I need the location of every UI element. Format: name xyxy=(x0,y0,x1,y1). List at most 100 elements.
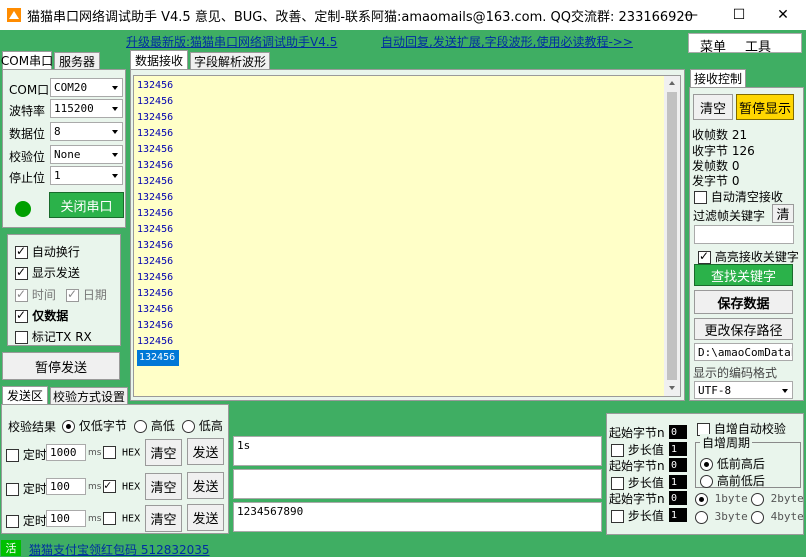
hex-checkbox[interactable]: HEX xyxy=(103,512,140,525)
send-input-1[interactable]: 1s xyxy=(233,436,602,466)
recv-line: 132456 xyxy=(137,256,174,267)
tutorial-link[interactable]: 自动回复,发送扩展,字段波形,使用必读教程->> xyxy=(381,33,633,50)
hex-checkbox[interactable]: HEX xyxy=(103,446,140,459)
filter-keyword-input[interactable] xyxy=(694,225,794,244)
show-send-checkbox[interactable]: 显示发送 xyxy=(15,264,80,281)
close-port-button[interactable]: 关闭串口 xyxy=(49,192,124,218)
tab-checksum-settings[interactable]: 校验方式设置 xyxy=(50,387,128,404)
tab-send-area[interactable]: 发送区 xyxy=(2,386,48,404)
stopbits-select[interactable]: 1 xyxy=(50,166,123,185)
tab-recv-ctrl[interactable]: 接收控制 xyxy=(690,69,746,87)
low-first-radio[interactable]: 低前高后 xyxy=(700,455,765,472)
tools-button[interactable]: 工具 xyxy=(745,36,771,55)
inc-cycle-group: 自增周期 低前高后 高前低后 xyxy=(695,434,801,489)
send-input-2[interactable] xyxy=(233,469,602,499)
step-input[interactable]: 1 xyxy=(669,442,687,456)
scroll-thumb[interactable] xyxy=(667,92,677,380)
timer-checkbox[interactable]: 定时 xyxy=(6,480,47,497)
date-checkbox[interactable]: 日期 xyxy=(66,286,107,303)
step-input[interactable]: 1 xyxy=(669,508,687,522)
recv-line: 132456 xyxy=(137,288,174,299)
recv-line: 132456 xyxy=(137,192,174,203)
3byte-radio[interactable]: 3byte xyxy=(695,510,748,524)
2byte-radio[interactable]: 2byte xyxy=(751,492,804,506)
port-select[interactable]: COM20 xyxy=(50,78,123,97)
data-only-checkbox[interactable]: 仅数据 xyxy=(15,307,68,324)
maximize-button[interactable]: ☐ xyxy=(716,0,762,30)
auto-newline-checkbox[interactable]: 自动换行 xyxy=(15,243,80,260)
alipay-link[interactable]: 猫猫支付宝领红包码 512832035 xyxy=(29,541,210,557)
encoding-label: 显示的编码格式 xyxy=(693,366,778,380)
start-byte-input[interactable]: 0 xyxy=(669,491,687,505)
send-input-3[interactable]: 1234567890 xyxy=(233,502,602,532)
databits-select[interactable]: 8 xyxy=(50,122,123,141)
chevron-down-icon xyxy=(112,153,118,157)
1byte-radio[interactable]: 1byte xyxy=(695,492,748,506)
recv-line-selected: 132456 xyxy=(137,350,180,366)
close-button[interactable]: ✕ xyxy=(760,0,806,30)
rx-frames-count: 收帧数 21 xyxy=(692,128,748,142)
hex-checkbox[interactable]: HEX xyxy=(103,478,140,493)
step-checkbox[interactable]: 步长值 xyxy=(611,474,664,491)
tab-data-recv[interactable]: 数据接收 xyxy=(130,50,188,69)
start-byte-input[interactable]: 0 xyxy=(669,458,687,472)
change-path-button[interactable]: 更改保存路径 xyxy=(694,318,793,340)
auto-clear-checkbox[interactable]: 自动清空接收 xyxy=(694,188,783,205)
recv-line: 132456 xyxy=(137,224,174,235)
save-path-input[interactable]: D:\amaoComDataLo xyxy=(694,343,793,361)
mark-txrx-checkbox[interactable]: 标记TX RX xyxy=(15,328,92,345)
tab-server[interactable]: 服务器 xyxy=(54,52,100,69)
recv-textarea[interactable]: 132456 132456 132456 132456 132456 132456 1324… xyxy=(133,75,681,397)
inc-cycle-label: 自增周期 xyxy=(700,434,753,451)
send-button[interactable]: 发送 xyxy=(187,472,224,499)
recv-line: 132456 xyxy=(137,208,174,219)
recv-scrollbar[interactable] xyxy=(664,76,680,396)
time-checkbox[interactable]: 时间 xyxy=(15,286,56,303)
clear-recv-button[interactable]: 清空 xyxy=(693,94,733,120)
check-result-label: 校验结果 xyxy=(8,420,57,434)
only-low-radio[interactable]: 仅低字节 xyxy=(62,417,127,434)
filter-clear-button[interactable]: 清 xyxy=(772,204,794,223)
send-button[interactable]: 发送 xyxy=(187,504,224,531)
start-byte-input[interactable]: 0 xyxy=(669,425,687,439)
high-first-radio[interactable]: 高前低后 xyxy=(700,472,765,489)
filter-label: 过滤帧关键字 xyxy=(693,209,766,223)
low-high-radio[interactable]: 低高 xyxy=(182,417,223,434)
recv-line: 132456 xyxy=(137,272,174,283)
step-checkbox[interactable]: 步长值 xyxy=(611,441,664,458)
timer-ms-input[interactable]: 100 xyxy=(46,510,86,527)
encoding-select[interactable]: UTF-8 xyxy=(694,381,793,399)
clear-send-button[interactable]: 清空 xyxy=(145,473,182,500)
send-button[interactable]: 发送 xyxy=(187,438,224,465)
clear-send-button[interactable]: 清空 xyxy=(145,505,182,532)
save-data-button[interactable]: 保存数据 xyxy=(694,290,793,314)
timer-checkbox[interactable]: 定时 xyxy=(6,446,47,463)
4byte-radio[interactable]: 4byte xyxy=(751,510,804,524)
baud-select[interactable]: 115200 xyxy=(50,99,123,118)
scroll-down-icon xyxy=(669,386,675,390)
minimize-button[interactable]: — xyxy=(668,0,714,30)
parity-label: 校验位 xyxy=(9,150,46,164)
recv-line: 132456 xyxy=(137,96,174,107)
tab-field-wave[interactable]: 字段解析波形 xyxy=(190,52,270,69)
timer-ms-input[interactable]: 1000 xyxy=(46,444,86,461)
maximize-icon: ☐ xyxy=(732,7,746,23)
parity-select[interactable]: None xyxy=(50,145,123,164)
clear-send-button[interactable]: 清空 xyxy=(145,439,182,466)
pause-display-button[interactable]: 暂停显示 xyxy=(736,94,794,120)
highlight-checkbox[interactable]: 高亮接收关键字 xyxy=(698,248,799,265)
timer-ms-input[interactable]: 100 xyxy=(46,478,86,495)
port-label: COM口 xyxy=(9,83,50,97)
pause-send-button[interactable]: 暂停发送 xyxy=(2,352,120,380)
step-checkbox[interactable]: 步长值 xyxy=(611,507,664,524)
ms-unit-label: ms xyxy=(88,514,102,524)
menu-button[interactable]: 菜单 xyxy=(700,36,726,55)
tab-com[interactable]: COM串口 xyxy=(1,51,53,69)
recv-line: 132456 xyxy=(137,240,174,251)
step-input[interactable]: 1 xyxy=(669,475,687,489)
high-low-radio[interactable]: 高低 xyxy=(134,417,175,434)
find-keyword-button[interactable]: 查找关键字 xyxy=(694,264,793,286)
upgrade-link[interactable]: 升级最新版:猫猫串口网络调试助手V4.5 xyxy=(126,33,337,50)
timer-checkbox[interactable]: 定时 xyxy=(6,512,47,529)
databits-label: 数据位 xyxy=(9,127,46,141)
